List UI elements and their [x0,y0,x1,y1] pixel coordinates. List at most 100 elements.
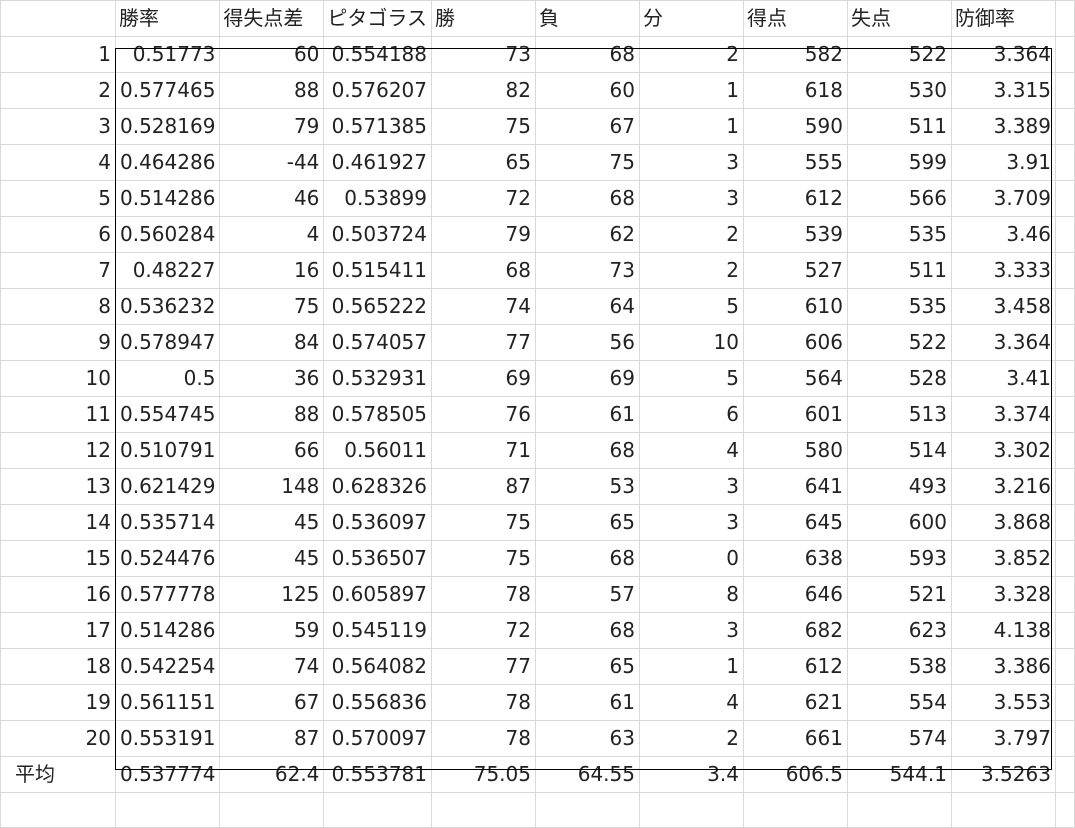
data-cell[interactable]: 2 [638,252,744,289]
data-cell[interactable]: 61 [535,396,640,433]
data-cell[interactable]: 601 [742,396,848,433]
data-cell[interactable]: 78 [431,576,536,613]
data-cell[interactable]: 0.532931 [323,360,433,397]
empty-cell[interactable] [0,792,116,828]
data-cell[interactable]: 0.53899 [323,180,433,217]
average-cell[interactable]: 62.4 [219,756,325,793]
column-header-cell[interactable]: ピタゴラス [323,0,433,37]
data-cell[interactable]: 75 [219,288,325,325]
average-cell[interactable]: 64.55 [535,756,640,793]
data-cell[interactable]: 3 [638,144,744,181]
empty-cell[interactable] [1054,612,1075,649]
empty-cell[interactable] [1054,720,1075,757]
data-cell[interactable]: 0.553191 [114,720,221,757]
data-cell[interactable]: 610 [742,288,848,325]
average-cell[interactable]: 75.05 [431,756,536,793]
data-cell[interactable]: 0.514286 [114,612,221,649]
data-cell[interactable]: 75 [431,108,536,145]
data-cell[interactable]: 3 [638,180,744,217]
data-cell[interactable]: 0.605897 [323,576,433,613]
column-header-cell[interactable]: 負 [535,0,640,37]
column-header-cell[interactable]: 勝 [431,0,536,37]
data-cell[interactable]: 3.797 [950,720,1056,757]
average-cell[interactable]: 3.5263 [950,756,1056,793]
empty-cell[interactable] [1054,288,1075,325]
data-cell[interactable]: 53 [535,468,640,505]
data-cell[interactable]: 511 [846,252,952,289]
data-cell[interactable]: 3.868 [950,504,1056,541]
data-cell[interactable]: 564 [742,360,848,397]
data-cell[interactable]: 0.524476 [114,540,221,577]
data-cell[interactable]: 612 [742,180,848,217]
column-header-cell[interactable]: 防御率 [950,0,1056,37]
row-number-cell[interactable]: 10 [0,360,116,397]
data-cell[interactable]: 63 [535,720,640,757]
data-cell[interactable]: 3.852 [950,540,1056,577]
data-cell[interactable]: 56 [535,324,640,361]
data-cell[interactable]: 0.561151 [114,684,221,721]
row-number-cell[interactable]: 3 [0,108,116,145]
data-cell[interactable]: 2 [638,216,744,253]
data-cell[interactable]: 522 [846,36,952,73]
row-number-cell[interactable]: 12 [0,432,116,469]
data-cell[interactable]: 606 [742,324,848,361]
row-number-cell[interactable]: 1 [0,36,116,73]
row-number-cell[interactable]: 9 [0,324,116,361]
corner-cell[interactable] [0,0,116,37]
data-cell[interactable]: 0 [638,540,744,577]
data-cell[interactable]: 59 [219,612,325,649]
data-cell[interactable]: 4.138 [950,612,1056,649]
data-cell[interactable]: 84 [219,324,325,361]
data-cell[interactable]: 5 [638,288,744,325]
data-cell[interactable]: 0.535714 [114,504,221,541]
data-cell[interactable]: 2 [638,720,744,757]
empty-cell[interactable] [1054,0,1075,37]
data-cell[interactable]: 0.574057 [323,324,433,361]
data-cell[interactable]: 74 [219,648,325,685]
empty-cell[interactable] [1054,144,1075,181]
data-cell[interactable]: 0.536507 [323,540,433,577]
data-cell[interactable]: 593 [846,540,952,577]
data-cell[interactable]: 522 [846,324,952,361]
row-number-cell[interactable]: 17 [0,612,116,649]
data-cell[interactable]: 514 [846,432,952,469]
empty-cell[interactable] [742,792,848,828]
empty-cell[interactable] [431,792,536,828]
data-cell[interactable]: 641 [742,468,848,505]
data-cell[interactable]: 0.560284 [114,216,221,253]
data-cell[interactable]: 528 [846,360,952,397]
data-cell[interactable]: 67 [535,108,640,145]
data-cell[interactable]: 3.41 [950,360,1056,397]
data-cell[interactable]: 600 [846,504,952,541]
column-header-cell[interactable]: 得点 [742,0,848,37]
data-cell[interactable]: 661 [742,720,848,757]
data-cell[interactable]: 79 [431,216,536,253]
row-number-cell[interactable]: 18 [0,648,116,685]
data-cell[interactable]: 3.458 [950,288,1056,325]
data-cell[interactable]: 1 [638,648,744,685]
data-cell[interactable]: 645 [742,504,848,541]
column-header-cell[interactable]: 得失点差 [219,0,325,37]
row-number-cell[interactable]: 7 [0,252,116,289]
data-cell[interactable]: 68 [431,252,536,289]
data-cell[interactable]: 78 [431,684,536,721]
data-cell[interactable]: 612 [742,648,848,685]
data-cell[interactable]: 621 [742,684,848,721]
data-cell[interactable]: 493 [846,468,952,505]
data-cell[interactable]: 3.216 [950,468,1056,505]
data-cell[interactable]: 623 [846,612,952,649]
data-cell[interactable]: 0.464286 [114,144,221,181]
column-header-cell[interactable]: 分 [638,0,744,37]
row-number-cell[interactable]: 14 [0,504,116,541]
data-cell[interactable]: 3.364 [950,324,1056,361]
data-cell[interactable]: 0.515411 [323,252,433,289]
data-cell[interactable]: 527 [742,252,848,289]
empty-cell[interactable] [219,792,325,828]
data-cell[interactable]: 0.554745 [114,396,221,433]
data-cell[interactable]: 3.46 [950,216,1056,253]
data-cell[interactable]: 74 [431,288,536,325]
data-cell[interactable]: 646 [742,576,848,613]
data-cell[interactable]: 0.570097 [323,720,433,757]
empty-cell[interactable] [1054,252,1075,289]
empty-cell[interactable] [1054,756,1075,793]
